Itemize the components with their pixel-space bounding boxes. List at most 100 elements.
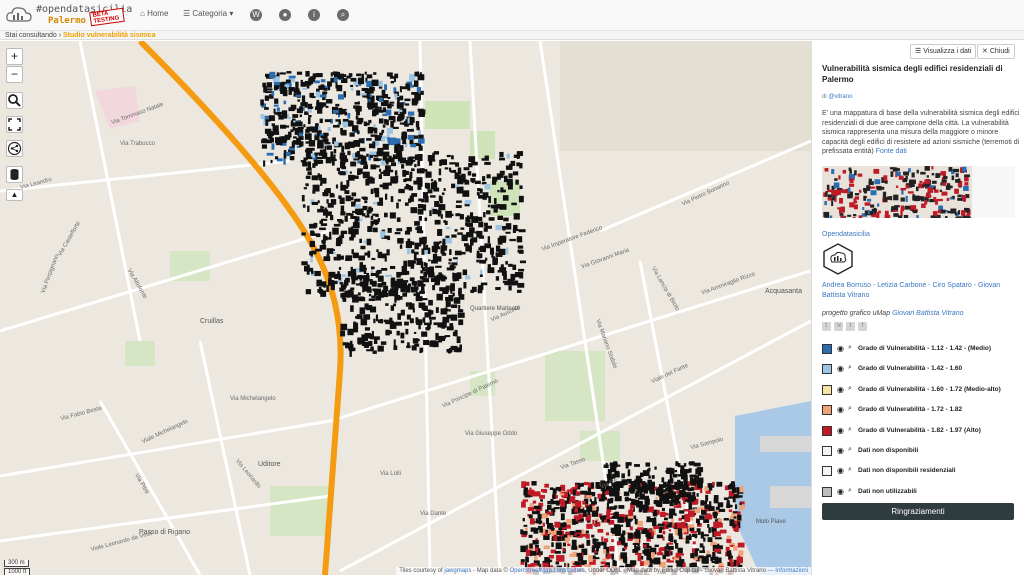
building	[602, 558, 607, 561]
legend-label: Grado di Vulnerabilità - 1.12 - 1.42 - (…	[858, 345, 992, 352]
map-canvas[interactable]: Via Tommaso Natale Via Trabucco Via Lean…	[0, 41, 811, 575]
building	[312, 190, 316, 194]
author-link[interactable]: @vitrano	[828, 94, 852, 100]
eye-icon[interactable]: ◉	[837, 446, 844, 455]
building	[355, 315, 361, 319]
legend-item[interactable]: ◉ ⌕ Grado di Vulnerabilità - 1.72 - 1.82	[822, 403, 1022, 417]
building	[542, 522, 545, 527]
building	[325, 188, 331, 194]
building	[271, 123, 276, 126]
zoom-to-layer-icon[interactable]: ⌕	[848, 446, 852, 454]
authors-list[interactable]: Andrea Borruso - Letizia Carbone - Ciro …	[822, 281, 1020, 300]
building	[455, 260, 459, 263]
osm-link[interactable]: OpenStreetMap contributors	[510, 568, 585, 574]
zoom-to-layer-icon[interactable]: ⌕	[848, 426, 852, 434]
building	[434, 340, 439, 345]
eye-icon[interactable]: ◉	[837, 405, 844, 414]
twitter-icon[interactable]: t	[846, 322, 855, 331]
embed-icon[interactable]: ⇲	[834, 322, 843, 331]
nav-categoria-dropdown[interactable]: ☰ Categoria ▾	[183, 9, 233, 18]
building	[357, 168, 363, 174]
eye-icon[interactable]: ◉	[837, 487, 844, 496]
preview-building	[898, 175, 904, 180]
building	[486, 174, 491, 179]
search-icon[interactable]: ⌕	[337, 9, 349, 21]
collapse-caret-icon[interactable]: ▲	[6, 189, 23, 201]
info-link[interactable]: — Informazioni	[768, 568, 808, 574]
legend-item[interactable]: ◉ ⌕ Grado di Vulnerabilità - 1.12 - 1.42 -…	[822, 342, 1022, 356]
legend-item[interactable]: ◉ ⌕ Grado di Vulnerabilità - 1.82 - 1.97 (…	[822, 424, 1022, 438]
building	[393, 78, 396, 82]
zoom-out-button[interactable]: −	[6, 66, 23, 83]
street-label: Via Dante	[420, 511, 447, 517]
building	[596, 547, 599, 552]
fullscreen-icon[interactable]	[6, 116, 23, 133]
search-icon[interactable]	[6, 92, 23, 109]
legend-item[interactable]: ◉ ⌕ Dati non disponibili residenziali	[822, 464, 1022, 478]
panel-description: E' una mappatura di base della vulnerabi…	[822, 110, 1020, 155]
building	[305, 152, 311, 158]
facebook-icon[interactable]: f	[858, 322, 867, 331]
building	[383, 319, 390, 323]
org-link[interactable]: Opendatasicilia	[822, 231, 870, 238]
thanks-button[interactable]: Ringraziamenti	[822, 503, 1014, 520]
legend-item[interactable]: ◉ ⌕ Grado di Vulnerabilità - 1.42 - 1.60	[822, 362, 1022, 376]
zoom-to-layer-icon[interactable]: ⌕	[848, 405, 852, 413]
building	[656, 534, 664, 539]
dot-circle-icon[interactable]: ●	[279, 9, 291, 21]
zoom-to-layer-icon[interactable]: ⌕	[848, 385, 852, 393]
building	[399, 95, 404, 101]
preview-image[interactable]	[822, 166, 1015, 218]
building	[262, 138, 267, 141]
building	[677, 547, 683, 554]
eye-icon[interactable]: ◉	[837, 344, 844, 353]
legend-item[interactable]: ◉ ⌕ Dati non disponibili	[822, 444, 1022, 458]
zoom-to-layer-icon[interactable]: ⌕	[848, 466, 852, 474]
opendatasicilia-logo-icon[interactable]	[822, 243, 854, 275]
jawgmaps-link[interactable]: jawgmaps	[444, 568, 471, 574]
building	[519, 162, 523, 169]
layers-database-icon[interactable]	[6, 166, 23, 183]
eye-icon[interactable]: ◉	[837, 385, 844, 394]
building	[418, 230, 423, 234]
share-link-icon[interactable]: ⇪	[822, 322, 831, 331]
building	[405, 183, 409, 190]
breadcrumb-current[interactable]: Studio vulnerabilità sismica	[63, 32, 156, 39]
building	[515, 179, 519, 185]
building	[401, 115, 404, 121]
site-logo[interactable]: #opendatasicilia Palermo BETA TESTING	[6, 3, 132, 29]
zoom-to-layer-icon[interactable]: ⌕	[848, 344, 852, 352]
close-button[interactable]: ✕ Chiudi	[977, 44, 1015, 59]
info-icon[interactable]: i	[308, 9, 320, 21]
source-link[interactable]: Fonte dati	[876, 148, 907, 155]
building	[427, 189, 433, 194]
view-data-button[interactable]: ☰ Visualizza i dati	[910, 44, 977, 59]
nav-home[interactable]: ⌂ Home	[140, 9, 168, 18]
building	[609, 545, 615, 552]
graphic-author-link[interactable]: Giovan Battista Vitrano	[892, 310, 963, 317]
building	[376, 249, 379, 252]
share-icon[interactable]	[6, 140, 23, 157]
wikipedia-icon[interactable]: W	[250, 9, 262, 21]
eye-icon[interactable]: ◉	[837, 426, 844, 435]
preview-building	[966, 216, 971, 218]
zoom-in-button[interactable]: +	[6, 48, 23, 65]
building	[349, 132, 355, 137]
zoom-to-layer-icon[interactable]: ⌕	[848, 364, 852, 372]
building	[302, 204, 306, 208]
legend-item[interactable]: ◉ ⌕ Dati non utilizzabili	[822, 485, 1022, 499]
building	[448, 258, 452, 262]
zoom-to-layer-icon[interactable]: ⌕	[848, 487, 852, 495]
building	[667, 542, 673, 545]
eye-icon[interactable]: ◉	[837, 364, 844, 373]
preview-building	[876, 203, 880, 207]
building	[410, 84, 415, 88]
place-label: Molo Piave	[756, 519, 786, 525]
building	[532, 539, 539, 545]
building	[440, 196, 443, 204]
building	[645, 462, 651, 467]
building	[297, 126, 303, 133]
building	[486, 210, 491, 215]
eye-icon[interactable]: ◉	[837, 466, 844, 475]
legend-item[interactable]: ◉ ⌕ Grado di Vulnerabilità - 1.60 - 1.72 (…	[822, 383, 1022, 397]
